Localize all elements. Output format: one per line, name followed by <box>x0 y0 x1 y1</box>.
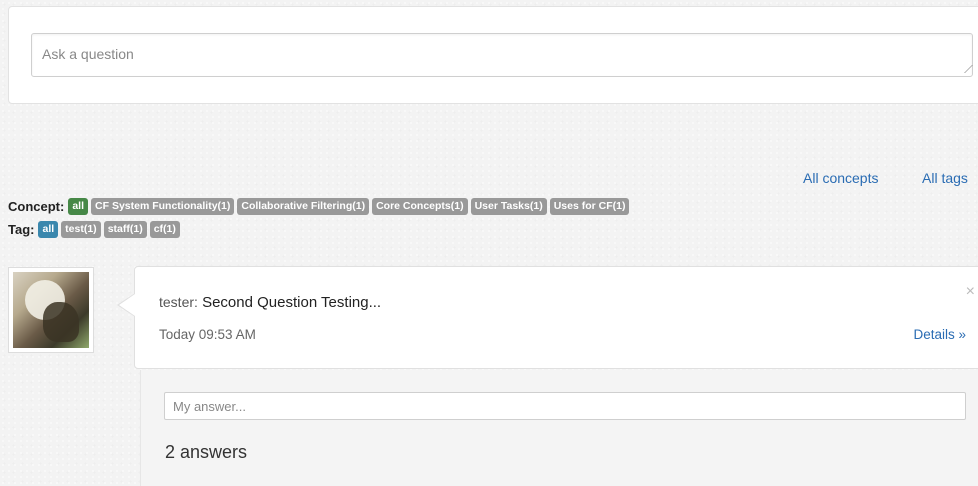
question-card: tester: Second Question Testing... Today… <box>134 266 978 369</box>
answer-input[interactable] <box>164 392 966 420</box>
tag-badge-cf[interactable]: cf(1) <box>149 221 180 238</box>
concept-label: Concept: <box>8 199 65 214</box>
ask-question-panel <box>8 6 978 104</box>
question-title-line: tester: Second Question Testing... <box>159 294 381 311</box>
concept-badge-core-concepts[interactable]: Core Concepts(1) <box>372 198 468 215</box>
avatar-image <box>13 272 89 348</box>
all-tags-link[interactable]: All tags <box>922 170 968 186</box>
tag-badge-test[interactable]: test(1) <box>61 221 101 238</box>
all-concepts-link[interactable]: All concepts <box>803 170 878 186</box>
concept-badge-collaborative-filtering[interactable]: Collaborative Filtering(1) <box>237 198 370 215</box>
concept-badge-cf-system-functionality[interactable]: CF System Functionality(1) <box>91 198 235 215</box>
question-timestamp: Today 09:53 AM <box>159 327 256 342</box>
answer-count: 2 answers <box>165 442 248 462</box>
concept-badge-user-tasks[interactable]: User Tasks(1) <box>470 198 547 215</box>
concept-badge-all[interactable]: all <box>68 198 89 215</box>
answer-area: 2 answers <box>140 370 978 486</box>
concept-filter-row: Concept: all CF System Functionality(1) … <box>8 198 632 215</box>
speech-bubble-arrow-inner <box>119 294 135 316</box>
tag-filter-row: Tag: all test(1) staff(1) cf(1) <box>8 221 183 238</box>
tag-badge-staff[interactable]: staff(1) <box>103 221 147 238</box>
close-icon[interactable]: × <box>966 283 975 301</box>
details-link[interactable]: Details » <box>913 327 966 342</box>
avatar[interactable] <box>8 267 94 353</box>
question-title[interactable]: Second Question Testing... <box>202 294 381 311</box>
ask-question-input[interactable] <box>31 33 973 77</box>
question-author[interactable]: tester: <box>159 294 198 310</box>
tag-badge-all[interactable]: all <box>38 221 59 238</box>
tag-label: Tag: <box>8 222 35 237</box>
concept-badge-uses-for-cf[interactable]: Uses for CF(1) <box>549 198 630 215</box>
